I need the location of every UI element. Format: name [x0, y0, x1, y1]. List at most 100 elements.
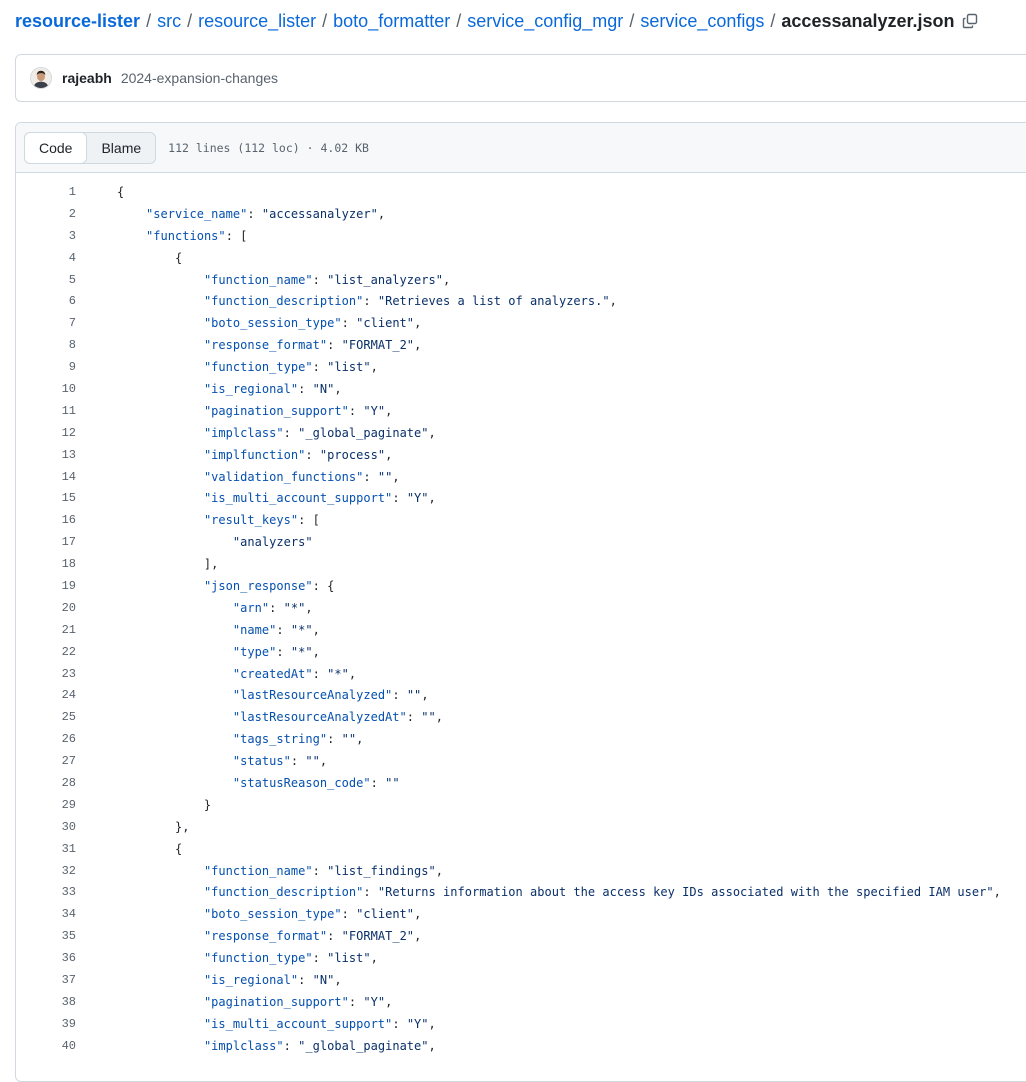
avatar[interactable] — [30, 67, 52, 89]
line-number[interactable]: 33 — [16, 885, 76, 899]
code-line: 8 "response_format": "FORMAT_2", — [16, 334, 1026, 356]
line-content: "lastResourceAnalyzed": "", — [232, 688, 429, 703]
line-content: }, — [117, 819, 190, 834]
line-number[interactable]: 25 — [16, 710, 76, 724]
line-number[interactable]: 31 — [16, 842, 76, 856]
line-number[interactable]: 18 — [16, 557, 76, 571]
line-number[interactable]: 37 — [16, 973, 76, 987]
line-content: "function_name": "list_findings", — [203, 863, 444, 878]
line-number[interactable]: 32 — [16, 864, 76, 878]
line-number[interactable]: 23 — [16, 667, 76, 681]
code-line: 17 "analyzers" — [16, 531, 1026, 553]
commit-message[interactable]: 2024-expansion-changes — [121, 70, 278, 86]
breadcrumb-service-configs-link[interactable]: service_configs — [640, 8, 764, 34]
line-number[interactable]: 24 — [16, 688, 76, 702]
line-number[interactable]: 9 — [16, 360, 76, 374]
line-number[interactable]: 38 — [16, 995, 76, 1009]
code-line: 4 { — [16, 247, 1026, 269]
line-content: "is_multi_account_support": "Y", — [203, 1016, 436, 1031]
breadcrumb-src-link[interactable]: src — [157, 8, 181, 34]
line-number[interactable]: 22 — [16, 645, 76, 659]
line-number[interactable]: 8 — [16, 338, 76, 352]
view-mode-toggle: Code Blame — [24, 131, 157, 164]
code-line: 14 "validation_functions": "", — [16, 466, 1026, 488]
code-line: 21 "name": "*", — [16, 619, 1026, 641]
tab-code[interactable]: Code — [24, 131, 88, 164]
line-number[interactable]: 16 — [16, 513, 76, 527]
code-line: 18 ], — [16, 553, 1026, 575]
line-content: "lastResourceAnalyzedAt": "", — [232, 710, 444, 725]
line-content: "boto_session_type": "client", — [203, 316, 422, 331]
line-number[interactable]: 20 — [16, 601, 76, 615]
line-content: "arn": "*", — [232, 600, 313, 615]
code-line: 34 "boto_session_type": "client", — [16, 903, 1026, 925]
line-number[interactable]: 36 — [16, 951, 76, 965]
breadcrumb-boto-formatter-link[interactable]: boto_formatter — [333, 8, 450, 34]
file-meta: 112 lines (112 loc) · 4.02 KB — [168, 140, 369, 155]
line-number[interactable]: 7 — [16, 316, 76, 330]
breadcrumb-resource-lister-link[interactable]: resource_lister — [198, 8, 316, 34]
code-view[interactable]: 1{2 "service_name": "accessanalyzer", 3 "… — [16, 173, 1026, 1057]
line-number[interactable]: 4 — [16, 251, 76, 265]
line-number[interactable]: 35 — [16, 929, 76, 943]
line-number[interactable]: 26 — [16, 732, 76, 746]
line-number[interactable]: 27 — [16, 754, 76, 768]
line-content: "function_description": "Returns informa… — [203, 885, 1001, 900]
line-number[interactable]: 10 — [16, 382, 76, 396]
line-number[interactable]: 2 — [16, 207, 76, 221]
code-line: 7 "boto_session_type": "client", — [16, 312, 1026, 334]
line-content: } — [117, 797, 212, 812]
code-line: 38 "pagination_support": "Y", — [16, 991, 1026, 1013]
breadcrumb-separator: / — [770, 11, 776, 31]
code-line: 28 "statusReason_code": "" — [16, 772, 1026, 794]
line-number[interactable]: 40 — [16, 1039, 76, 1053]
line-content: "tags_string": "", — [232, 732, 364, 747]
breadcrumb-repo-link[interactable]: resource-lister — [15, 8, 140, 34]
code-line: 31 { — [16, 838, 1026, 860]
line-number[interactable]: 29 — [16, 798, 76, 812]
line-content: "validation_functions": "", — [203, 469, 400, 484]
code-line: 2 "service_name": "accessanalyzer", — [16, 203, 1026, 225]
line-content: "analyzers" — [232, 535, 313, 550]
line-number[interactable]: 14 — [16, 470, 76, 484]
line-number[interactable]: 11 — [16, 404, 76, 418]
line-number[interactable]: 28 — [16, 776, 76, 790]
line-number[interactable]: 30 — [16, 820, 76, 834]
line-number[interactable]: 15 — [16, 491, 76, 505]
line-content: "createdAt": "*", — [232, 666, 357, 681]
line-content: ], — [117, 557, 219, 572]
code-line: 20 "arn": "*", — [16, 597, 1026, 619]
code-line: 27 "status": "", — [16, 750, 1026, 772]
line-number[interactable]: 19 — [16, 579, 76, 593]
breadcrumb-separator: / — [146, 11, 152, 31]
line-content: "function_type": "list", — [203, 360, 378, 375]
code-line: 25 "lastResourceAnalyzedAt": "", — [16, 706, 1026, 728]
line-content: "status": "", — [232, 754, 328, 769]
line-number[interactable]: 17 — [16, 535, 76, 549]
commit-author[interactable]: rajeabh — [62, 70, 112, 86]
line-number[interactable]: 34 — [16, 907, 76, 921]
tab-blame[interactable]: Blame — [87, 133, 155, 163]
line-number[interactable]: 39 — [16, 1017, 76, 1031]
line-number[interactable]: 6 — [16, 294, 76, 308]
line-content: "json_response": { — [203, 578, 335, 593]
code-line: 13 "implfunction": "process", — [16, 444, 1026, 466]
breadcrumb-service-config-mgr-link[interactable]: service_config_mgr — [467, 8, 623, 34]
line-content: "is_regional": "N", — [203, 381, 342, 396]
line-content: "pagination_support": "Y", — [203, 994, 393, 1009]
line-number[interactable]: 3 — [16, 229, 76, 243]
line-number[interactable]: 5 — [16, 273, 76, 287]
line-number[interactable]: 12 — [16, 426, 76, 440]
line-content: "implfunction": "process", — [203, 447, 393, 462]
line-content: "pagination_support": "Y", — [203, 403, 393, 418]
line-content: "is_multi_account_support": "Y", — [203, 491, 436, 506]
line-number[interactable]: 13 — [16, 448, 76, 462]
code-line: 24 "lastResourceAnalyzed": "", — [16, 684, 1026, 706]
line-content: "implclass": "_global_paginate", — [203, 425, 436, 440]
line-number[interactable]: 1 — [16, 185, 76, 199]
copy-path-button[interactable] — [959, 10, 981, 32]
code-line: 3 "functions": [ — [16, 225, 1026, 247]
code-line: 10 "is_regional": "N", — [16, 378, 1026, 400]
code-line: 19 "json_response": { — [16, 575, 1026, 597]
line-number[interactable]: 21 — [16, 623, 76, 637]
